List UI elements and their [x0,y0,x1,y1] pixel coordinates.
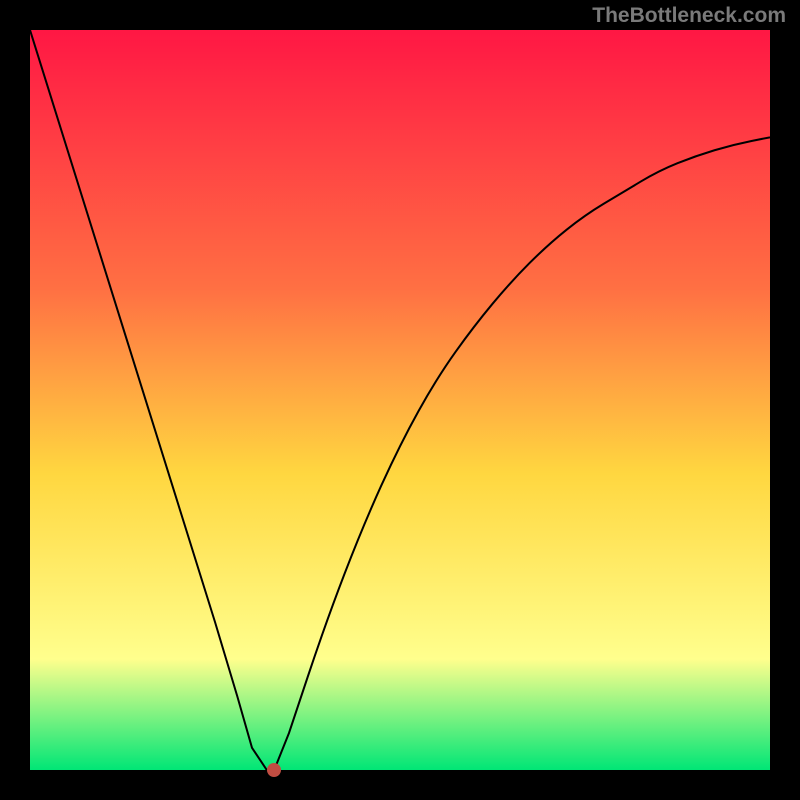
watermark-text: TheBottleneck.com [592,4,786,28]
optimal-marker [267,763,281,777]
chart-area [30,30,770,770]
bottleneck-curve [30,30,770,770]
